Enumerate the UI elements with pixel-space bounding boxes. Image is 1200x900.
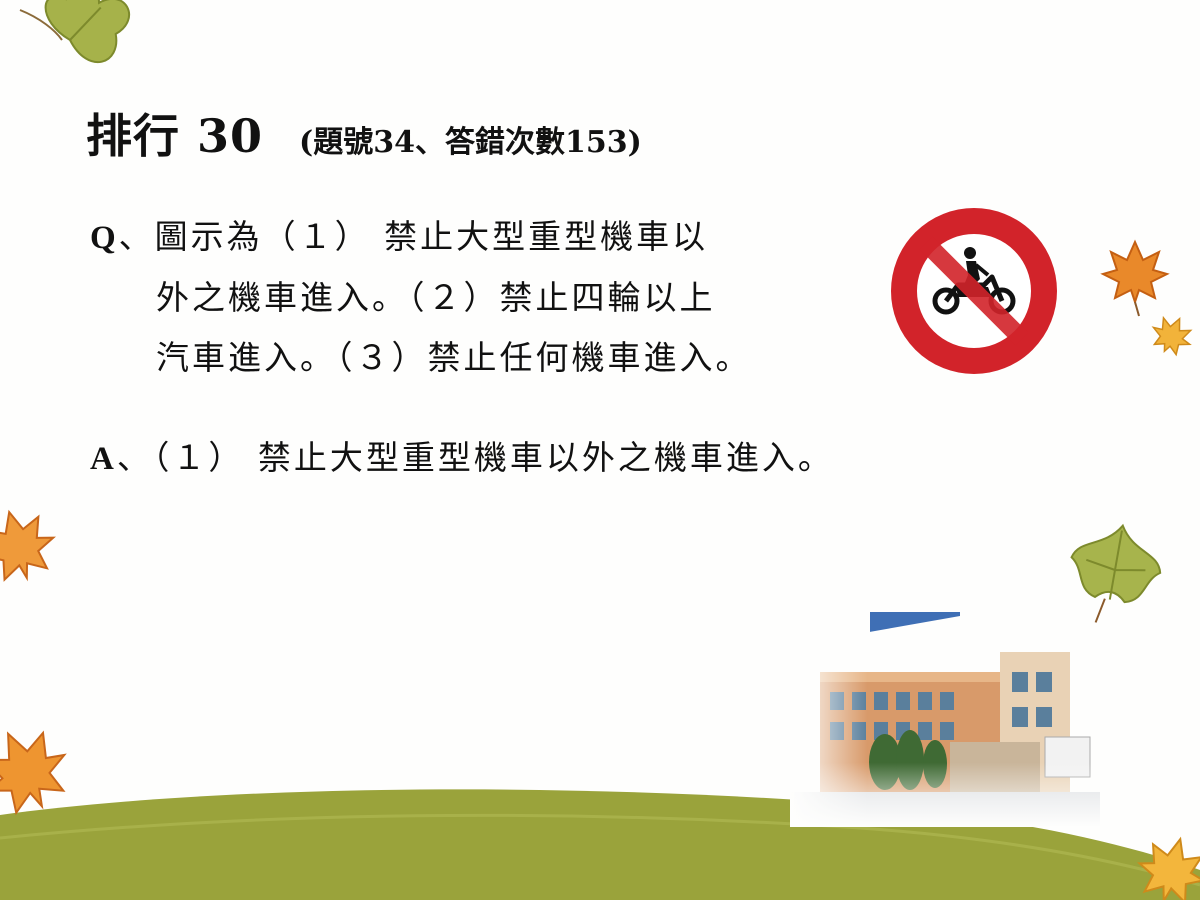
answer-block: A、（１） 禁止大型重型機車以外之機車進入。 [90, 428, 834, 489]
question-line-1: 、圖示為（１） 禁止大型重型機車以 [118, 217, 709, 256]
question-meta: (題號34、答錯次數153) [299, 125, 642, 160]
slide: 排行 30 (題號34、答錯次數153) Q、圖示為（１） 禁止大型重型機車以 外… [0, 0, 1200, 900]
leaf-icon [0, 509, 56, 582]
leaf-icon [44, 0, 130, 64]
question-label: Q [90, 220, 119, 256]
question-line-2: 外之機車進入。（２）禁止四輪以上 [156, 278, 716, 317]
answer-text: 、（１） 禁止大型重型機車以外之機車進入。 [116, 438, 834, 477]
page-title: 排行 30 (題號34、答錯次數153) [86, 100, 642, 166]
answer-label: A [90, 441, 117, 477]
leaf-icon [1100, 239, 1170, 317]
question-line-3: 汽車進入。（３）禁止任何機車進入。 [156, 338, 752, 377]
rank-title: 排行 30 [86, 109, 264, 163]
leaf-icon [1151, 315, 1193, 357]
question-block: Q、圖示為（１） 禁止大型重型機車以 外之機車進入。（２）禁止四輪以上 汽車進入… [90, 207, 752, 388]
no-motorcycle-sign-icon [891, 208, 1057, 374]
school-building-image [790, 612, 1100, 827]
